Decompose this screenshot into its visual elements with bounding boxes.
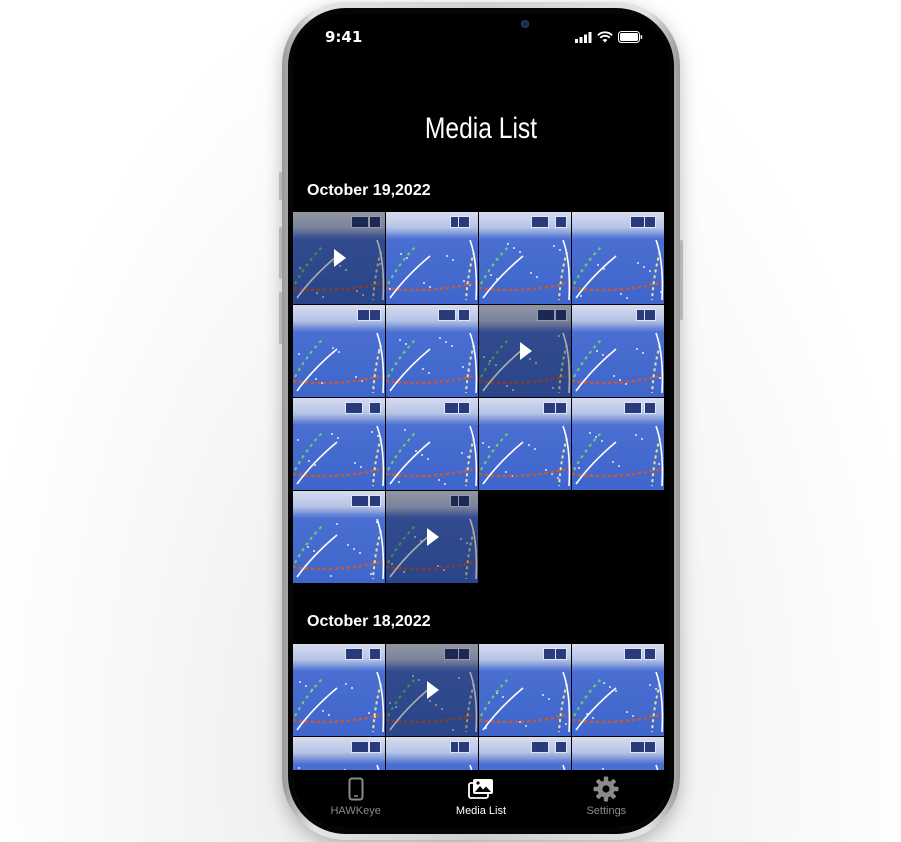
parking-guide-lines: [572, 671, 664, 733]
parking-guide-lines: [386, 425, 478, 487]
photo-thumbnail[interactable]: [572, 305, 664, 397]
photo-thumbnail[interactable]: [479, 644, 571, 736]
parking-guide-lines: [293, 332, 385, 394]
photo-thumbnail[interactable]: [479, 212, 571, 304]
photo-thumbnail[interactable]: [572, 212, 664, 304]
photo-thumbnail[interactable]: [572, 398, 664, 490]
tab-label: HAWKeye: [330, 805, 381, 817]
photo-thumbnail[interactable]: [293, 491, 385, 583]
wifi-icon: [597, 31, 613, 43]
video-thumbnail[interactable]: [479, 305, 571, 397]
tab-hawkeye[interactable]: HAWKeye: [296, 776, 416, 817]
status-icons: [575, 31, 643, 43]
video-thumbnail[interactable]: [386, 491, 478, 583]
photo-thumbnail[interactable]: [386, 398, 478, 490]
photo-thumbnail[interactable]: [572, 644, 664, 736]
status-time: 9:41: [325, 28, 363, 46]
tab-label: Media List: [455, 805, 507, 817]
video-thumbnail[interactable]: [386, 644, 478, 736]
front-camera: [521, 20, 529, 28]
photo-thumbnail[interactable]: [293, 305, 385, 397]
parking-guide-lines: [386, 239, 478, 301]
phone-icon: [348, 777, 364, 801]
tab-label: Settings: [586, 805, 627, 817]
parking-guide-lines: [293, 671, 385, 733]
tab-media-list[interactable]: Media List: [421, 776, 541, 817]
parking-guide-lines: [386, 332, 478, 394]
battery-icon: [618, 31, 643, 43]
parking-guide-lines: [293, 425, 385, 487]
parking-guide-lines: [479, 671, 571, 733]
photo-thumbnail[interactable]: [293, 644, 385, 736]
video-thumbnail[interactable]: [293, 212, 385, 304]
parking-guide-lines: [572, 239, 664, 301]
app-screen: 9:41 Media List October 19,2022 October …: [293, 14, 669, 828]
photo-thumbnail[interactable]: [293, 398, 385, 490]
signal-icon: [575, 32, 592, 43]
photo-thumbnail[interactable]: [386, 212, 478, 304]
photo-thumbnail[interactable]: [386, 305, 478, 397]
parking-guide-lines: [479, 425, 571, 487]
tab-settings[interactable]: Settings: [546, 776, 666, 817]
parking-guide-lines: [293, 518, 385, 580]
play-icon: [427, 681, 439, 699]
section-date: October 18,2022: [307, 613, 431, 630]
tab-bar: HAWKeye Media List Settings: [293, 770, 669, 828]
parking-guide-lines: [572, 332, 664, 394]
gallery-icon: [468, 779, 493, 799]
parking-guide-lines: [479, 239, 571, 301]
play-icon: [427, 528, 439, 546]
section-date: October 19,2022: [307, 182, 431, 199]
page-title: Media List: [424, 112, 538, 145]
play-icon: [334, 249, 346, 267]
play-icon: [520, 342, 532, 360]
photo-thumbnail[interactable]: [479, 398, 571, 490]
media-grid: [293, 212, 664, 583]
gear-icon: [593, 776, 619, 802]
parking-guide-lines: [572, 425, 664, 487]
